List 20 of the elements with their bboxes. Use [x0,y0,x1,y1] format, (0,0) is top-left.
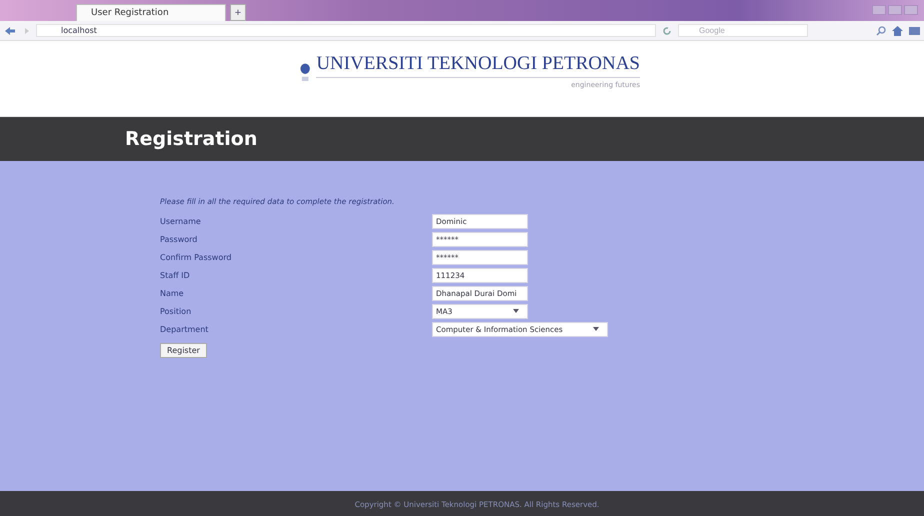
field-label: Name [160,288,185,298]
browser-tab[interactable]: User Registration [76,4,226,21]
university-name: UNIVERSITI TEKNOLOGI PETRONAS [316,53,640,78]
field-label: Department [160,324,210,334]
back-icon[interactable] [4,26,16,36]
field-label: Confirm Password [160,252,232,262]
field-label: Password [160,234,198,244]
address-field[interactable]: localhost [36,24,656,37]
field-label: Position [160,306,192,316]
search-icon[interactable] [876,26,886,36]
caret-icon [513,309,519,313]
caret-icon [593,327,599,331]
home-icon[interactable] [892,26,903,36]
page-title: Registration [125,128,258,150]
forward-icon[interactable] [22,26,30,34]
field-label: Staff ID [160,270,191,280]
new-tab-button[interactable]: + [230,4,246,21]
register-button[interactable]: Register [160,343,207,358]
field-label: Username [160,216,202,226]
reload-icon[interactable] [662,26,672,36]
